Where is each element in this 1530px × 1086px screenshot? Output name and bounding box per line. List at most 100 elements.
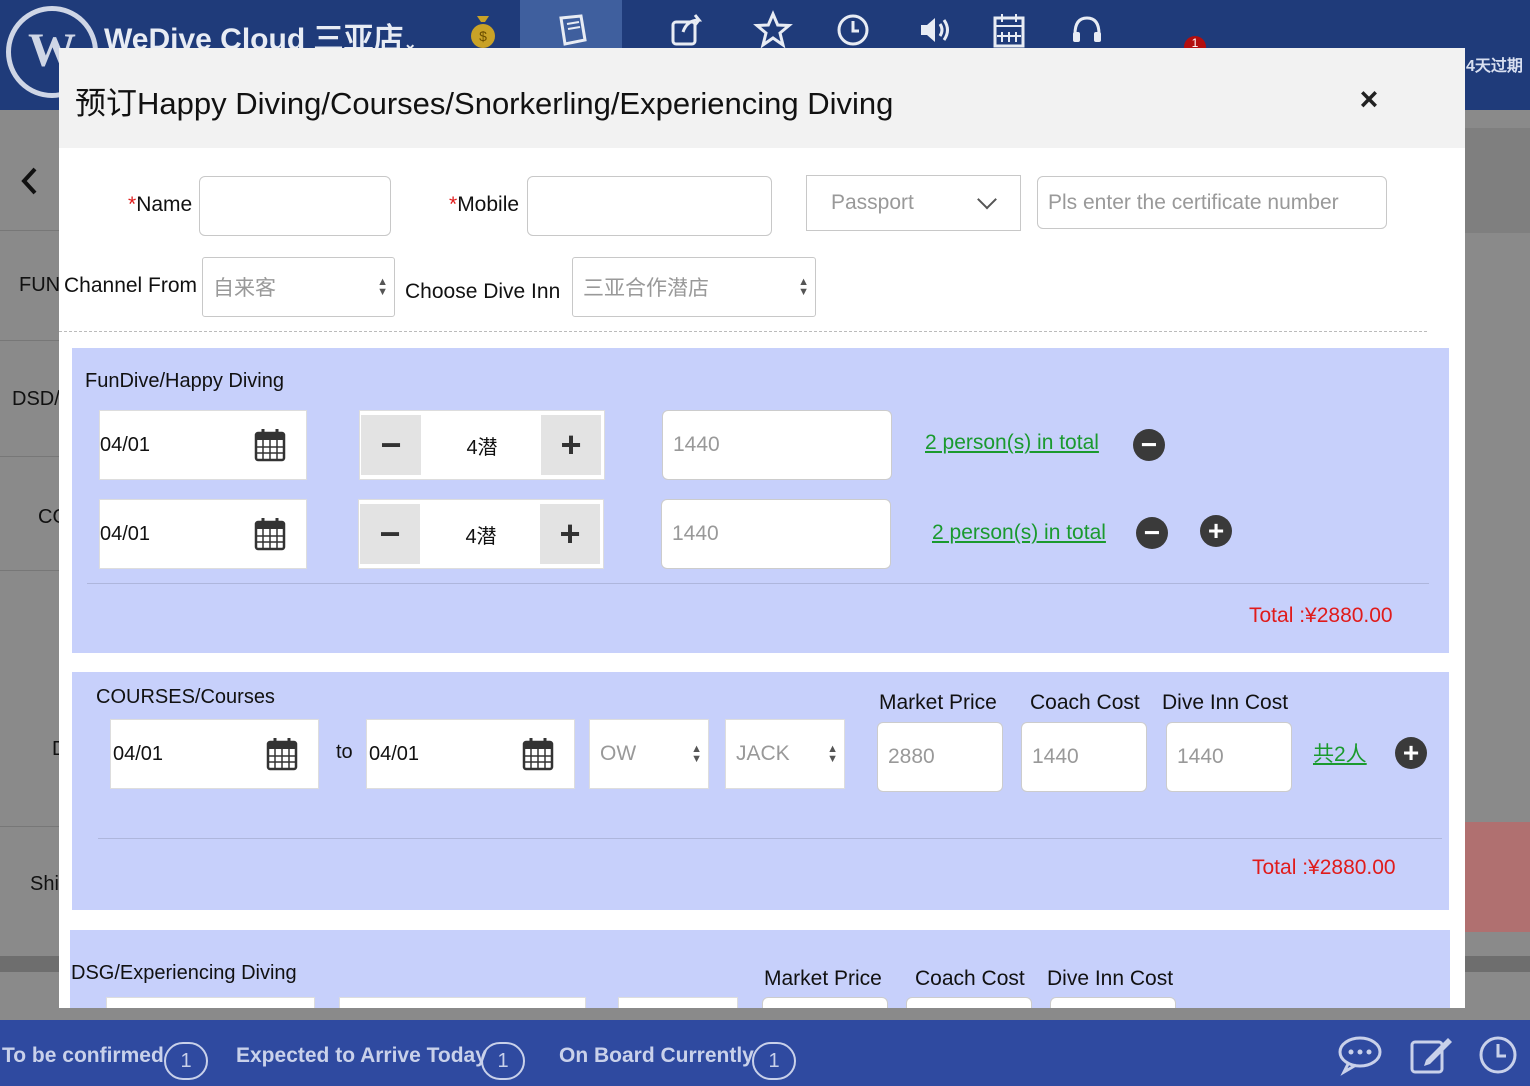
persons-total-link[interactable]: 2 person(s) in total xyxy=(925,431,1099,455)
section-divider xyxy=(98,838,1442,839)
mobile-input[interactable] xyxy=(527,176,772,236)
dsg-count-stepper[interactable] xyxy=(339,997,586,1008)
background-panel xyxy=(1465,128,1530,233)
modal-header: 预订Happy Diving/Courses/Snorkerling/Exper… xyxy=(59,48,1465,148)
id-type-select[interactable]: Passport xyxy=(806,175,1021,231)
to-be-confirmed-label[interactable]: To be confirmed xyxy=(2,1044,164,1068)
fundive-section-title: FunDive/Happy Diving xyxy=(85,370,284,392)
add-course-button[interactable]: + xyxy=(1395,737,1427,769)
to-label: to xyxy=(336,741,353,763)
course-start-date-input[interactable]: 04/01 xyxy=(110,719,319,789)
dive-count-stepper[interactable]: − 4潜 + xyxy=(358,499,604,569)
dsg-select[interactable] xyxy=(618,997,738,1008)
sidebar-divider xyxy=(0,456,60,457)
back-arrow-icon[interactable] xyxy=(18,165,40,197)
on-board-count[interactable]: 1 xyxy=(752,1042,796,1080)
courses-section-title: COURSES/Courses xyxy=(96,686,275,708)
on-board-label[interactable]: On Board Currently xyxy=(559,1044,754,1068)
dsg-market-price-input[interactable] xyxy=(762,997,888,1008)
dive-inn-select[interactable]: 三亚合作潜店 ▲ ▼ xyxy=(572,257,816,317)
expected-today-label[interactable]: Expected to Arrive Today xyxy=(236,1044,487,1068)
calendar-icon[interactable] xyxy=(266,737,298,771)
sidebar-divider xyxy=(0,340,60,341)
courses-section: COURSES/Courses Market Price Coach Cost … xyxy=(72,672,1449,910)
dive-inn-cost-header: Dive Inn Cost xyxy=(1162,691,1289,714)
market-price-header: Market Price xyxy=(764,967,882,990)
share-icon[interactable] xyxy=(662,10,712,50)
coach-cost-header: Coach Cost xyxy=(915,967,1025,990)
persons-total-link[interactable]: 2 person(s) in total xyxy=(932,521,1106,545)
fundive-date-input[interactable]: 04/01 xyxy=(99,499,307,569)
status-footer: To be confirmed 1 Expected to Arrive Tod… xyxy=(0,1020,1530,1086)
calendar-icon[interactable] xyxy=(984,10,1034,50)
dive-count-stepper[interactable]: − 4潜 + xyxy=(359,410,605,480)
select-arrows-icon: ▲ ▼ xyxy=(377,276,388,298)
calendar-icon[interactable] xyxy=(254,428,286,462)
background-alert-panel xyxy=(1465,822,1530,932)
section-divider xyxy=(87,583,1429,584)
add-row-button[interactable]: + xyxy=(1200,515,1232,547)
certificate-number-input[interactable]: Pls enter the certificate number xyxy=(1037,176,1387,229)
channel-from-label: Channel From xyxy=(64,274,198,297)
modal-title: 预订Happy Diving/Courses/Snorkerling/Exper… xyxy=(75,86,894,121)
dsg-section-title: DSG/Experiencing Diving xyxy=(71,962,297,984)
svg-text:$: $ xyxy=(479,28,487,44)
sidebar-item-ship[interactable]: Shi xyxy=(30,873,59,896)
to-be-confirmed-count[interactable]: 1 xyxy=(164,1042,208,1080)
calendar-icon[interactable] xyxy=(254,517,286,551)
book-icon[interactable] xyxy=(548,10,598,50)
sidebar-divider xyxy=(0,570,60,571)
fundive-price-input[interactable]: 1440 xyxy=(661,499,891,569)
fundive-date-input[interactable]: 04/01 xyxy=(99,410,307,480)
remove-row-button[interactable]: − xyxy=(1136,517,1168,549)
fundive-price-input[interactable]: 1440 xyxy=(662,410,892,480)
speaker-icon[interactable] xyxy=(910,10,960,50)
chat-icon[interactable] xyxy=(1336,1034,1384,1076)
sidebar-item-fun[interactable]: FUN xyxy=(19,274,60,297)
clock-icon[interactable] xyxy=(828,10,878,50)
name-label: *Name xyxy=(128,193,193,216)
dive-inn-cost-input[interactable]: 1440 xyxy=(1166,722,1292,792)
coach-select[interactable]: JACK ▲ ▼ xyxy=(725,719,845,789)
dsg-section: DSG/Experiencing Diving Market Price Coa… xyxy=(70,930,1450,1008)
expected-today-count[interactable]: 1 xyxy=(481,1042,525,1080)
dsg-dive-inn-cost-input[interactable] xyxy=(1050,997,1176,1008)
sidebar-divider xyxy=(0,826,60,827)
history-clock-icon[interactable] xyxy=(1476,1034,1524,1076)
money-bag-icon[interactable]: $ xyxy=(458,10,508,50)
select-arrows-icon: ▲ ▼ xyxy=(798,276,809,298)
market-price-input[interactable]: 2880 xyxy=(877,722,1003,792)
edit-icon[interactable] xyxy=(1408,1034,1456,1076)
course-end-date-input[interactable]: 04/01 xyxy=(366,719,575,789)
remove-row-button[interactable]: − xyxy=(1133,429,1165,461)
coach-cost-header: Coach Cost xyxy=(1030,691,1140,714)
booking-modal: 预订Happy Diving/Courses/Snorkerling/Exper… xyxy=(59,48,1465,1008)
increment-button[interactable]: + xyxy=(540,504,600,564)
sidebar-item-dsd[interactable]: DSD/ xyxy=(12,388,60,411)
channel-select[interactable]: 自来客 ▲ ▼ xyxy=(202,257,395,317)
name-input[interactable] xyxy=(199,176,391,236)
dive-inn-label: Choose Dive Inn xyxy=(405,280,561,303)
fundive-total: Total :¥2880.00 xyxy=(1249,604,1393,627)
dsg-coach-cost-input[interactable] xyxy=(906,997,1032,1008)
dsg-date-input[interactable] xyxy=(106,997,315,1008)
mobile-label: *Mobile xyxy=(449,193,520,216)
form-divider xyxy=(59,331,1427,332)
coach-cost-input[interactable]: 1440 xyxy=(1021,722,1147,792)
courses-total: Total :¥2880.00 xyxy=(1252,856,1396,879)
star-icon[interactable] xyxy=(748,10,798,50)
increment-button[interactable]: + xyxy=(541,415,601,475)
select-arrows-icon: ▲ ▼ xyxy=(827,743,838,765)
headset-icon[interactable] xyxy=(1062,10,1112,50)
select-arrows-icon: ▲ ▼ xyxy=(691,743,702,765)
chevron-down-icon xyxy=(977,189,997,210)
calendar-icon[interactable] xyxy=(522,737,554,771)
course-persons-link[interactable]: 共2人 xyxy=(1313,738,1367,768)
sidebar-divider xyxy=(0,230,60,231)
dive-inn-cost-header: Dive Inn Cost xyxy=(1047,967,1174,990)
close-button[interactable]: × xyxy=(1355,83,1383,115)
course-type-select[interactable]: OW ▲ ▼ xyxy=(589,719,709,789)
expire-notice: 4天过期 xyxy=(1466,58,1523,75)
fundive-section: FunDive/Happy Diving 04/01 − 4潜 + 1440 2… xyxy=(72,348,1449,653)
market-price-header: Market Price xyxy=(879,691,997,714)
